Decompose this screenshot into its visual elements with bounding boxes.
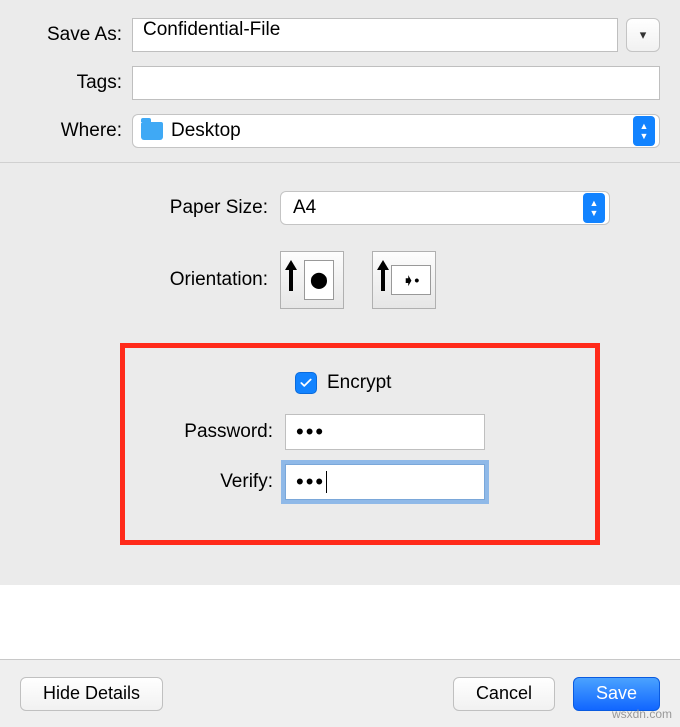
- print-options-panel: Paper Size: A4 ▲▼ Orientation: ⬤ ➧•: [0, 163, 680, 585]
- save-as-input[interactable]: Confidential-File: [132, 18, 618, 52]
- cancel-button[interactable]: Cancel: [453, 677, 555, 711]
- text-cursor: [326, 471, 327, 493]
- encrypt-section-highlight: Encrypt Password: ••• Verify: •••: [120, 343, 600, 545]
- checkmark-icon: [299, 376, 313, 390]
- orientation-row: Orientation: ⬤ ➧•: [20, 251, 660, 309]
- save-as-label: Save As:: [20, 24, 132, 46]
- tags-row: Tags:: [20, 66, 660, 100]
- stepper-icon: ▲▼: [633, 116, 655, 146]
- verify-input[interactable]: •••: [285, 464, 485, 500]
- up-arrow-icon: [285, 260, 297, 296]
- verify-value: •••: [296, 469, 325, 495]
- dialog-button-bar: Hide Details Cancel Save: [0, 659, 680, 727]
- verify-label: Verify:: [125, 471, 285, 493]
- watermark-text: wsxdn.com: [612, 707, 672, 721]
- hide-details-button[interactable]: Hide Details: [20, 677, 163, 711]
- up-arrow-icon: [377, 260, 389, 296]
- where-select[interactable]: Desktop ▲▼: [132, 114, 660, 148]
- where-value: Desktop: [171, 120, 241, 142]
- page-landscape-icon: ➧•: [391, 265, 431, 295]
- orientation-portrait-button[interactable]: ⬤: [280, 251, 344, 309]
- tags-label: Tags:: [20, 72, 132, 94]
- stepper-icon: ▲▼: [583, 193, 605, 223]
- password-value: •••: [296, 419, 325, 445]
- verify-row: Verify: •••: [125, 464, 555, 500]
- save-as-row: Save As: Confidential-File ▾: [20, 18, 660, 52]
- person-icon: ⬤: [310, 270, 328, 290]
- chevron-down-icon: ▾: [640, 27, 647, 43]
- folder-icon: [141, 122, 163, 140]
- paper-size-row: Paper Size: A4 ▲▼: [20, 191, 660, 225]
- orientation-landscape-button[interactable]: ➧•: [372, 251, 436, 309]
- person-rotated-icon: ➧•: [403, 272, 420, 289]
- paper-size-select[interactable]: A4 ▲▼: [280, 191, 610, 225]
- save-as-expand-button[interactable]: ▾: [626, 18, 660, 52]
- save-button[interactable]: Save: [573, 677, 660, 711]
- where-label: Where:: [20, 120, 132, 142]
- save-panel-top: Save As: Confidential-File ▾ Tags: Where…: [0, 0, 680, 163]
- paper-size-label: Paper Size:: [20, 197, 280, 219]
- password-input[interactable]: •••: [285, 414, 485, 450]
- encrypt-label: Encrypt: [327, 372, 391, 394]
- orientation-label: Orientation:: [20, 269, 280, 291]
- password-row: Password: •••: [125, 414, 555, 450]
- paper-size-value: A4: [293, 197, 316, 219]
- encrypt-checkbox[interactable]: [295, 372, 317, 394]
- page-portrait-icon: ⬤: [304, 260, 334, 300]
- encrypt-checkbox-row: Encrypt: [125, 372, 555, 394]
- password-label: Password:: [125, 421, 285, 443]
- where-row: Where: Desktop ▲▼: [20, 114, 660, 148]
- tags-input[interactable]: [132, 66, 660, 100]
